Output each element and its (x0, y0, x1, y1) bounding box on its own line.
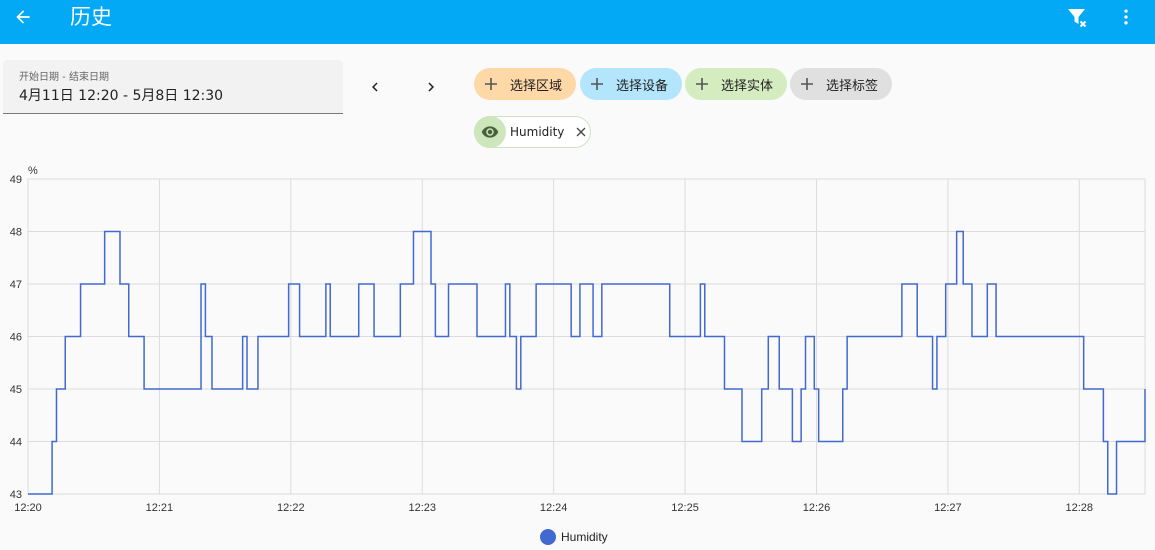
selected-entity-name: Humidity (510, 125, 565, 139)
x-tick-label: 12:23 (408, 502, 436, 514)
choose-entity-chip[interactable]: 选择实体 (685, 68, 788, 100)
x-tick-label: 12:20 (14, 502, 42, 514)
y-tick-label: 48 (10, 227, 22, 239)
app-bar: 历史 (0, 0, 1155, 44)
y-tick-label: 49 (10, 174, 22, 186)
previous-range-button[interactable] (360, 72, 390, 102)
remove-entity-button[interactable] (574, 125, 588, 139)
choose-area-label: 选择区域 (510, 78, 563, 94)
series-line-humidity (28, 230, 1146, 495)
clear-filter-button[interactable] (1064, 4, 1090, 30)
overflow-menu-button[interactable] (1114, 4, 1138, 30)
plus-icon (798, 75, 816, 93)
x-tick-label: 12:28 (1066, 502, 1094, 514)
choose-device-label: 选择设备 (616, 78, 669, 94)
more-vertical-icon (1124, 9, 1128, 25)
date-range-picker[interactable]: 开始日期 - 结束日期 4月11日 12:20 - 5月8日 12:30 (3, 60, 343, 114)
x-tick-label: 12:22 (277, 502, 305, 514)
eye-icon (474, 116, 506, 148)
choose-area-chip[interactable]: 选择区域 (474, 68, 577, 100)
x-tick-label: 12:25 (671, 502, 699, 514)
x-tick-label: 12:24 (540, 502, 568, 514)
choose-device-chip[interactable]: 选择设备 (580, 68, 683, 100)
arrow-left-icon (16, 10, 30, 24)
x-tick-label: 12:27 (934, 502, 962, 514)
page-title: 历史 (70, 5, 112, 29)
chevron-right-icon (428, 82, 434, 92)
choose-entity-label: 选择实体 (721, 78, 774, 94)
selected-entity-chip[interactable]: Humidity (474, 116, 591, 148)
date-range-value: 4月11日 12:20 - 5月8日 12:30 (19, 88, 224, 104)
choose-label-chip[interactable]: 选择标签 (790, 68, 893, 100)
plus-icon (693, 75, 711, 93)
humidity-history-chart[interactable]: 43 44 45 46 47 48 49 12:20 12:21 12:22 12:23 12:24… (0, 160, 1155, 520)
y-axis-ticks: 43 44 45 46 47 48 49 (10, 174, 22, 501)
close-icon (576, 127, 586, 137)
plus-icon (588, 75, 606, 93)
y-axis-unit: % (28, 165, 38, 177)
y-tick-label: 46 (10, 332, 22, 344)
y-tick-label: 44 (10, 437, 22, 449)
chart-legend[interactable]: Humidity (540, 529, 608, 545)
chevron-left-icon (372, 82, 378, 92)
x-tick-label: 12:26 (803, 502, 831, 514)
choose-label-label: 选择标签 (826, 78, 879, 94)
x-tick-label: 12:21 (146, 502, 174, 514)
y-tick-label: 47 (10, 279, 22, 291)
back-button[interactable] (10, 4, 36, 30)
plus-icon (482, 75, 500, 93)
legend-label-humidity: Humidity (561, 530, 608, 544)
filter-remove-icon (1068, 9, 1087, 28)
x-axis-ticks: 12:20 12:21 12:22 12:23 12:24 12:25 12:26 12:27… (14, 502, 1093, 514)
y-tick-label: 43 (10, 489, 22, 501)
legend-color-dot (540, 529, 556, 545)
date-range-label: 开始日期 - 结束日期 (19, 72, 109, 83)
y-tick-label: 45 (10, 384, 22, 396)
next-range-button[interactable] (416, 72, 446, 102)
